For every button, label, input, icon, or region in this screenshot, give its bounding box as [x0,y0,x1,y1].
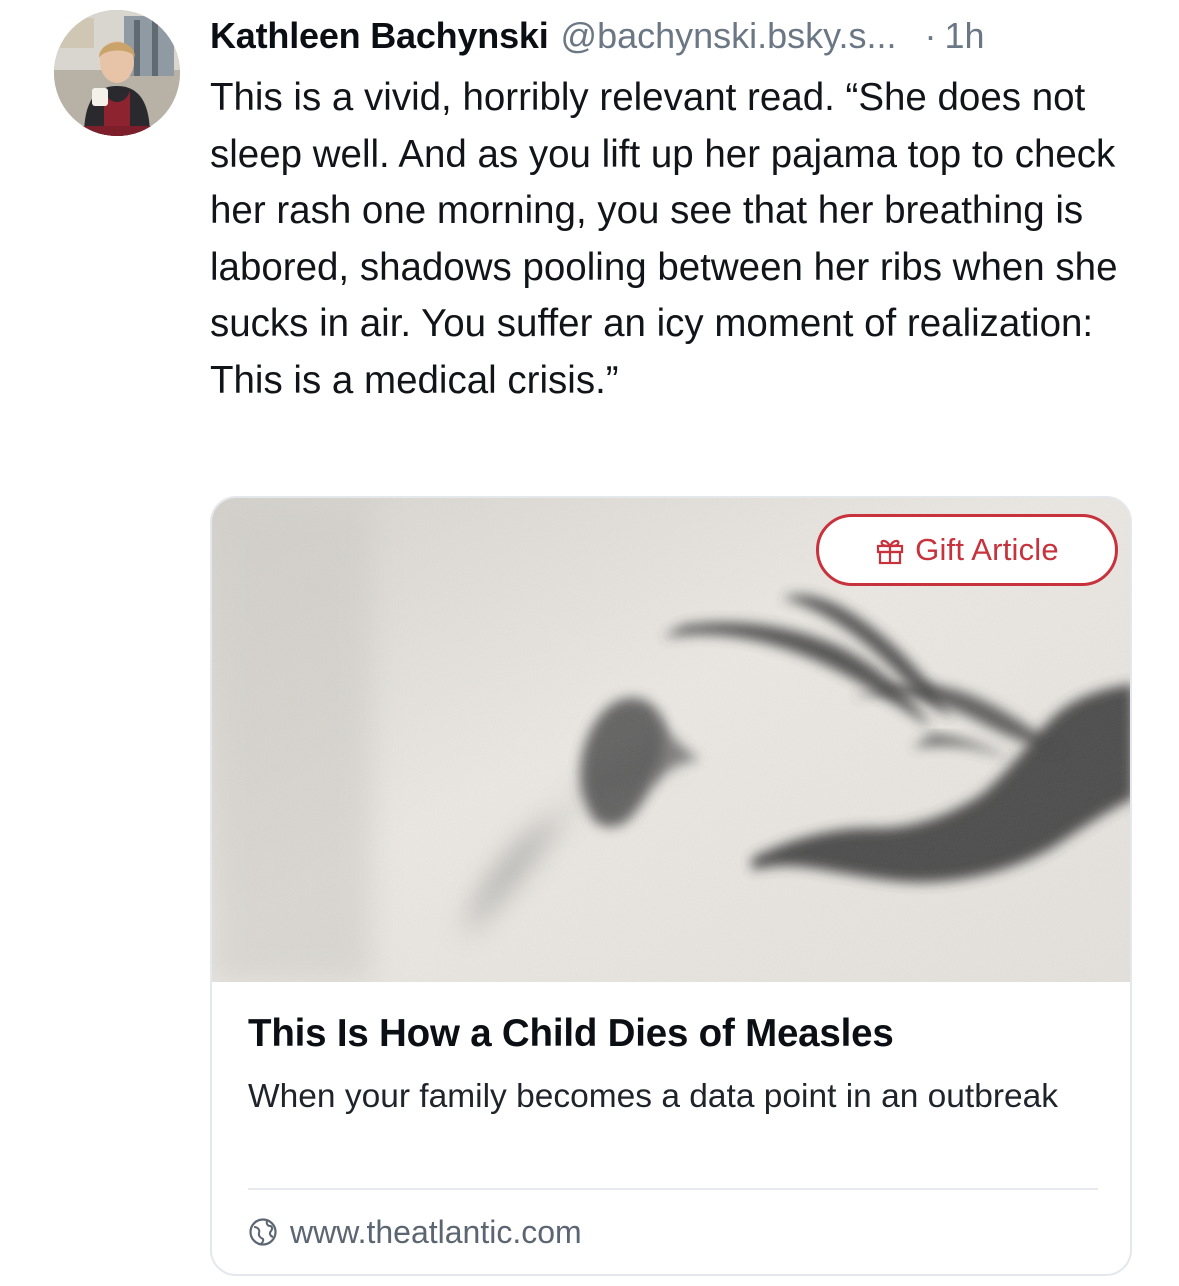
post-timestamp[interactable]: 1h [945,14,985,58]
link-card-divider [248,1188,1098,1190]
gift-icon [875,535,905,565]
link-card-description: When your family becomes a data point in… [248,1078,1059,1115]
globe-icon [248,1217,278,1247]
link-card-domain: www.theatlantic.com [290,1213,582,1250]
author-display-name[interactable]: Kathleen Bachynski [210,14,549,58]
post[interactable]: Kathleen Bachynski @bachynski.bsky.s... … [0,0,1179,1286]
author-handle[interactable]: @bachynski.bsky.s... [561,14,897,58]
header-separator: · [924,15,937,56]
link-card-domain-row[interactable]: www.theatlantic.com [248,1210,582,1254]
link-card-image[interactable]: Gift Article [212,498,1130,982]
link-card[interactable]: Gift Article This Is How a Child Dies of… [210,496,1132,1276]
post-header: Kathleen Bachynski @bachynski.bsky.s... … [210,14,1140,58]
post-text: This is a vivid, horribly relevant read.… [210,76,1118,402]
author-avatar[interactable] [54,10,180,136]
gift-article-label: Gift Article [915,532,1059,567]
link-card-title[interactable]: This Is How a Child Dies of Measles [248,1010,1108,1058]
gift-article-button[interactable]: Gift Article [816,514,1118,586]
avatar-photo-icon [54,10,180,136]
